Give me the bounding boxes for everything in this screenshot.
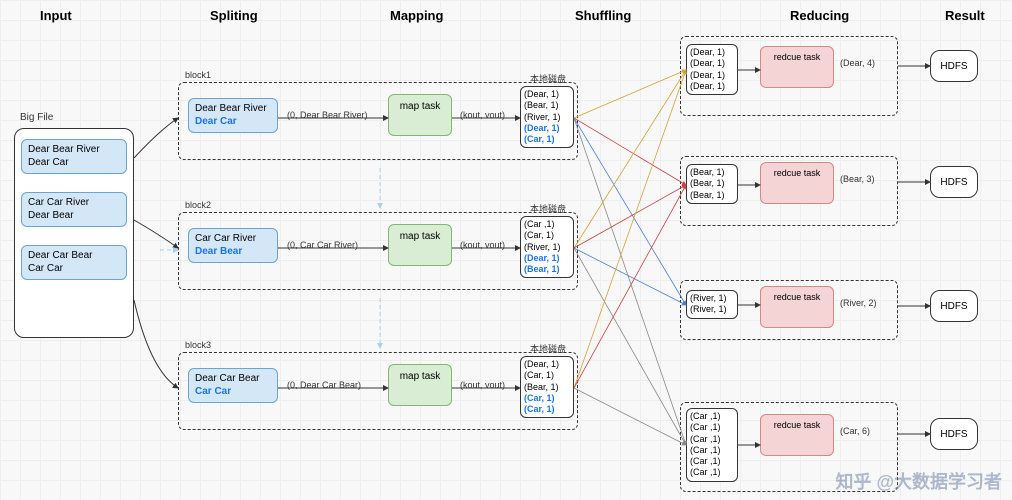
b2-maptask: map task bbox=[388, 224, 452, 266]
block2-label: block2 bbox=[185, 200, 211, 210]
b3-o1: (Dear, 1) bbox=[524, 359, 570, 370]
b3-o3: (Bear, 1) bbox=[524, 382, 570, 393]
r4-task: redcue task bbox=[760, 414, 834, 456]
b3-o2: (Car, 1) bbox=[524, 370, 570, 381]
bf-l2b: Dear Bear bbox=[28, 210, 120, 223]
b1-o1: (Dear, 1) bbox=[524, 89, 570, 100]
bigfile-line1: Dear Bear River Dear Car bbox=[21, 139, 127, 174]
header-shuffling: Shuffling bbox=[575, 8, 631, 23]
r4-i2: (Car ,1) bbox=[690, 422, 734, 433]
b2-s2: Dear Bear bbox=[195, 246, 271, 259]
r4-out: (Car, 6) bbox=[840, 426, 870, 436]
b2-disk: 本地磁盘 bbox=[530, 202, 566, 215]
r1-i1: (Dear, 1) bbox=[690, 47, 734, 58]
b1-maptask: map task bbox=[388, 94, 452, 136]
block3-label: block3 bbox=[185, 340, 211, 350]
b1-output: (Dear, 1) (Bear, 1) (River, 1) (Dear, 1)… bbox=[520, 86, 574, 148]
bf-l1b: Dear Car bbox=[28, 157, 120, 170]
bigfile-line3: Dear Car Bear Car Car bbox=[21, 245, 127, 280]
r4-result: HDFS bbox=[930, 418, 978, 450]
b2-o1: (Car ,1) bbox=[524, 219, 570, 230]
r4-i5: (Car ,1) bbox=[690, 456, 734, 467]
bigfile-container: Dear Bear River Dear Car Car Car River D… bbox=[14, 128, 134, 338]
b2-edgeout: (kout, vout) bbox=[460, 240, 505, 250]
r3-input: (River, 1) (River, 1) bbox=[686, 290, 738, 319]
b3-disk: 本地磁盘 bbox=[530, 342, 566, 355]
b3-edgeout: (kout, vout) bbox=[460, 380, 505, 390]
r3-i1: (River, 1) bbox=[690, 293, 734, 304]
b1-disk: 本地磁盘 bbox=[530, 72, 566, 85]
r1-i2: (Dear, 1) bbox=[690, 58, 734, 69]
block1-label: block1 bbox=[185, 70, 211, 80]
r3-i2: (River, 1) bbox=[690, 304, 734, 315]
bf-l2a: Car Car River bbox=[28, 197, 120, 210]
r4-i4: (Car ,1) bbox=[690, 445, 734, 456]
b2-o4: (Dear, 1) bbox=[524, 253, 570, 264]
b1-o2: (Bear, 1) bbox=[524, 100, 570, 111]
header-result: Result bbox=[945, 8, 985, 23]
r1-out: (Dear, 4) bbox=[840, 58, 875, 68]
r2-result: HDFS bbox=[930, 166, 978, 198]
r1-task: redcue task bbox=[760, 46, 834, 88]
r3-result: HDFS bbox=[930, 290, 978, 322]
b3-maptask: map task bbox=[388, 364, 452, 406]
r1-i3: (Dear, 1) bbox=[690, 70, 734, 81]
r1-i4: (Dear, 1) bbox=[690, 81, 734, 92]
r4-input: (Car ,1) (Car ,1) (Car ,1) (Car ,1) (Car… bbox=[686, 408, 738, 482]
r4-i1: (Car ,1) bbox=[690, 411, 734, 422]
watermark: 知乎 @大数据学习者 bbox=[835, 468, 1002, 494]
r2-task: redcue task bbox=[760, 162, 834, 204]
r3-out: (River, 2) bbox=[840, 298, 877, 308]
b2-edgein: (0, Car Car River) bbox=[287, 240, 358, 250]
r3-task: redcue task bbox=[760, 286, 834, 328]
b3-s2: Car Car bbox=[195, 386, 271, 399]
r2-i1: (Bear, 1) bbox=[690, 167, 734, 178]
bigfile-title: Big File bbox=[20, 112, 53, 123]
r4-i3: (Car ,1) bbox=[690, 434, 734, 445]
bigfile-line2: Car Car River Dear Bear bbox=[21, 192, 127, 227]
r2-out: (Bear, 3) bbox=[840, 174, 875, 184]
b3-edgein: (0, Dear Car Bear) bbox=[287, 380, 361, 390]
block1-split: Dear Bear River Dear Car bbox=[188, 98, 278, 133]
bf-l1a: Dear Bear River bbox=[28, 144, 120, 157]
header-input: Input bbox=[40, 8, 72, 23]
b1-s2: Dear Car bbox=[195, 116, 271, 129]
block3-split: Dear Car Bear Car Car bbox=[188, 368, 278, 403]
b1-o3: (River, 1) bbox=[524, 112, 570, 123]
header-mapping: Mapping bbox=[390, 8, 443, 23]
r2-i3: (Bear, 1) bbox=[690, 190, 734, 201]
r2-input: (Bear, 1) (Bear, 1) (Bear, 1) bbox=[686, 164, 738, 204]
header-splitting: Spliting bbox=[210, 8, 258, 23]
b1-o4: (Dear, 1) bbox=[524, 123, 570, 134]
r1-input: (Dear, 1) (Dear, 1) (Dear, 1) (Dear, 1) bbox=[686, 44, 738, 95]
b3-output: (Dear, 1) (Car, 1) (Bear, 1) (Car, 1) (C… bbox=[520, 356, 574, 418]
b2-output: (Car ,1) (Car, 1) (River, 1) (Dear, 1) (… bbox=[520, 216, 574, 278]
b1-s1: Dear Bear River bbox=[195, 103, 271, 116]
b2-s1: Car Car River bbox=[195, 233, 271, 246]
b3-s1: Dear Car Bear bbox=[195, 373, 271, 386]
bf-l3b: Car Car bbox=[28, 263, 120, 276]
b1-edgein: (0, Dear Bear River) bbox=[287, 110, 368, 120]
b2-o5: (Bear, 1) bbox=[524, 264, 570, 275]
b3-o5: (Car, 1) bbox=[524, 404, 570, 415]
bf-l3a: Dear Car Bear bbox=[28, 250, 120, 263]
r2-i2: (Bear, 1) bbox=[690, 178, 734, 189]
r4-i6: (Car ,1) bbox=[690, 467, 734, 478]
b1-o5: (Car, 1) bbox=[524, 134, 570, 145]
header-reducing: Reducing bbox=[790, 8, 849, 23]
r1-result: HDFS bbox=[930, 50, 978, 82]
b3-o4: (Car, 1) bbox=[524, 393, 570, 404]
block2-split: Car Car River Dear Bear bbox=[188, 228, 278, 263]
b1-edgeout: (kout, vout) bbox=[460, 110, 505, 120]
b2-o3: (River, 1) bbox=[524, 242, 570, 253]
b2-o2: (Car, 1) bbox=[524, 230, 570, 241]
